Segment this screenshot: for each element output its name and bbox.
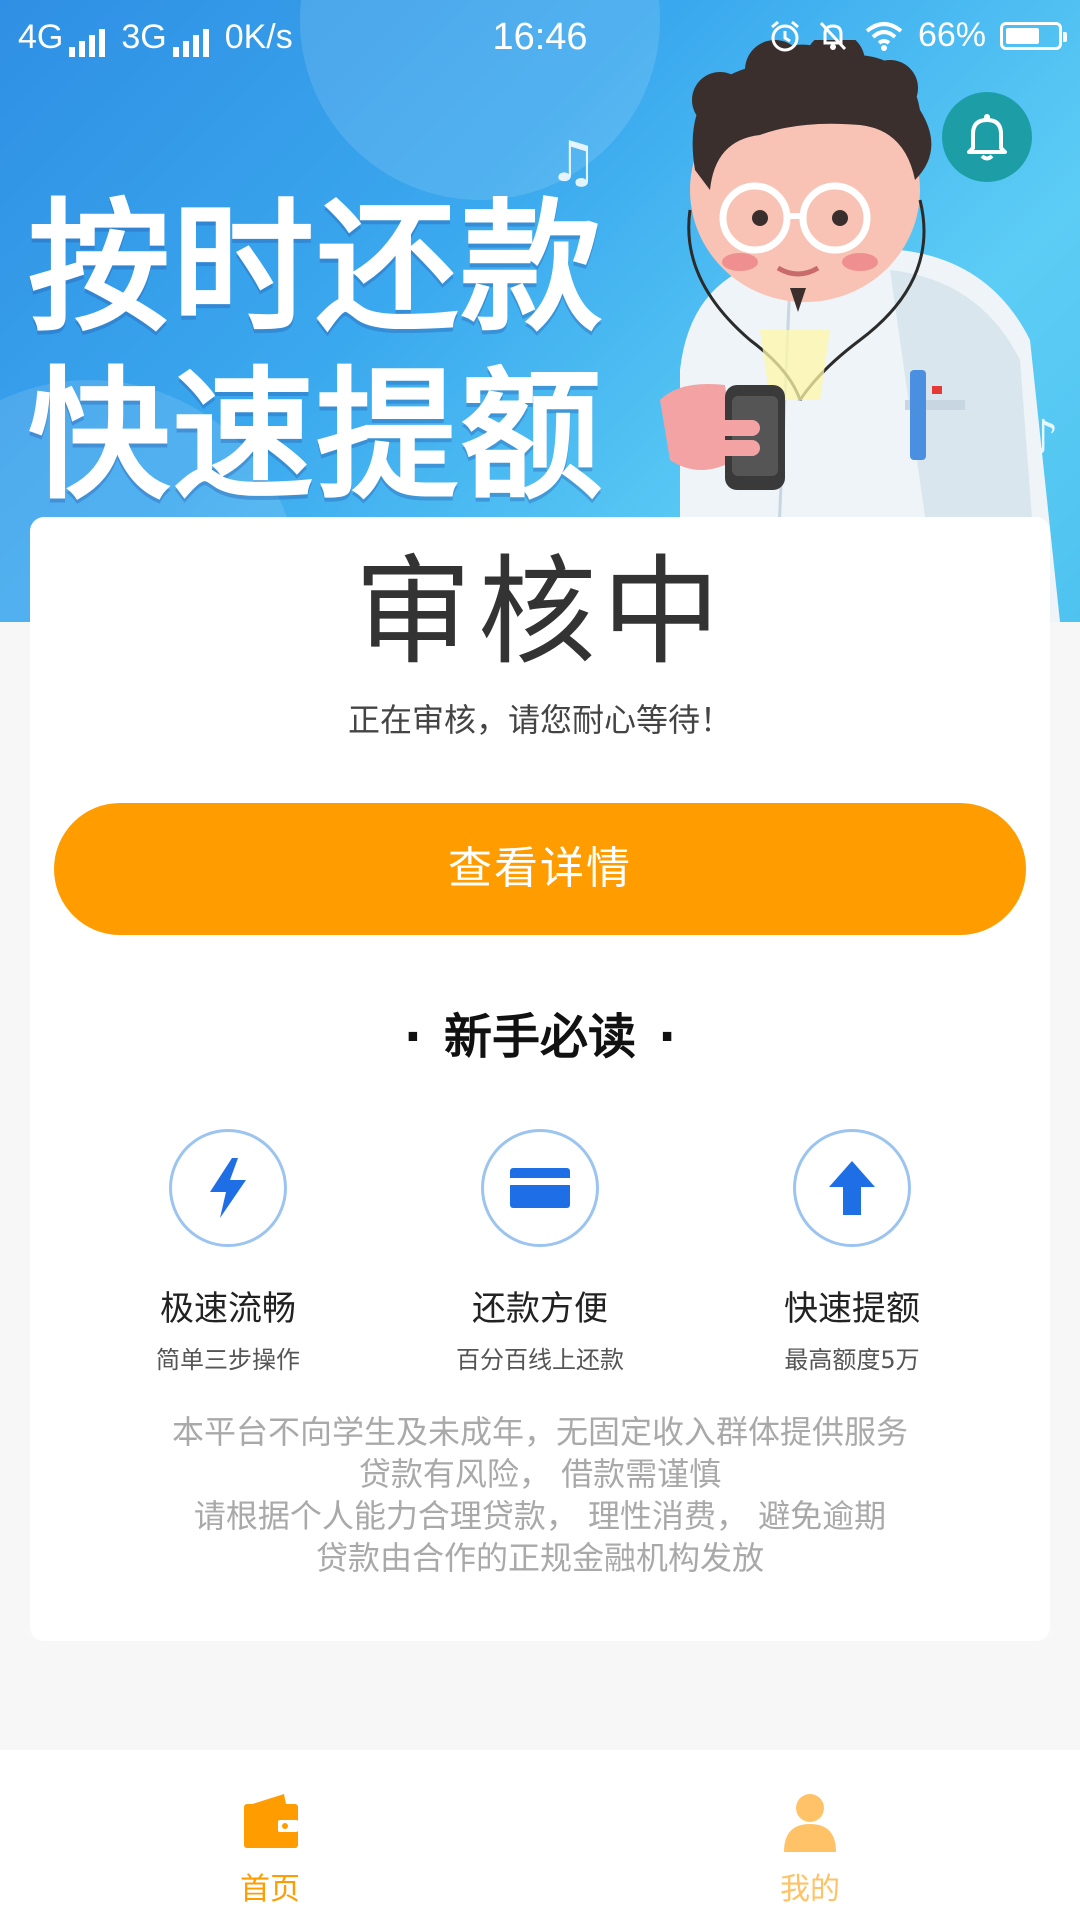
alarm-icon — [770, 20, 799, 51]
nav-label: 我的 — [780, 1872, 840, 1907]
feature-repay: 还款方便 百分百线上还款 — [380, 1129, 700, 1375]
feature-icon-circle — [793, 1129, 911, 1247]
risk-notice: 本平台不向学生及未成年，无固定收入群体提供服务 贷款有风险， 借款需谨慎 请根据… — [30, 1411, 1050, 1579]
feature-limit: 快速提额 最高额度5万 — [692, 1129, 1012, 1375]
notice-line: 贷款由合作的正规金融机构发放 — [315, 1539, 764, 1577]
view-details-button[interactable]: 查看详情 — [54, 803, 1026, 935]
feature-icon-circle — [481, 1129, 599, 1247]
bottom-navigation: 首页 我的 — [0, 1750, 1080, 1920]
wallet-icon — [244, 1794, 298, 1848]
status-bar-right: 66% — [768, 16, 1067, 55]
nav-tab-mine[interactable]: 我的 — [690, 1750, 930, 1920]
review-status-subtitle: 正在审核，请您耐心等待！ — [347, 701, 732, 739]
banner-slogan: 按时还款 快速提额 — [28, 185, 604, 521]
slogan-line-2: 快速提额 — [28, 354, 604, 519]
beginner-guide-label: 新手必读 — [443, 1009, 636, 1065]
feature-subtitle: 简单三步操作 — [156, 1346, 300, 1374]
review-status-card: 审核中 正在审核，请您耐心等待！ 查看详情 · 新手必读 · 极速流畅 简单三步操作… — [30, 517, 1050, 1641]
feature-subtitle: 百分百线上还款 — [456, 1346, 624, 1374]
mute-bell-icon — [819, 21, 847, 50]
feature-title: 还款方便 — [472, 1289, 608, 1329]
battery-percent: 66% — [917, 16, 986, 54]
review-status-title: 审核中 — [353, 543, 726, 681]
slogan-line-1: 按时还款 — [28, 186, 604, 351]
bell-icon — [967, 114, 1007, 161]
feature-title: 快速提额 — [784, 1289, 920, 1329]
lightning-icon — [210, 1158, 246, 1218]
feature-title: 极速流畅 — [160, 1289, 296, 1329]
user-icon — [784, 1794, 836, 1852]
notice-line: 贷款有风险， 借款需谨慎 — [358, 1455, 722, 1493]
feature-fast: 极速流畅 简单三步操作 — [68, 1129, 388, 1375]
notice-line: 请根据个人能力合理贷款， 理性消费， 避免逾期 — [193, 1497, 887, 1535]
status-bar: 4G 3G 0K/s 16:46 66% — [0, 0, 1080, 76]
battery-icon — [1000, 21, 1067, 50]
nav-label: 首页 — [240, 1872, 300, 1907]
nav-tab-home[interactable]: 首页 — [150, 1750, 390, 1920]
title-dot-right: · — [658, 1009, 677, 1065]
notification-bell-button[interactable] — [942, 92, 1032, 182]
feature-icon-circle — [169, 1129, 287, 1247]
card-icon — [510, 1168, 570, 1208]
feature-subtitle: 最高额度5万 — [784, 1346, 920, 1374]
notice-line: 本平台不向学生及未成年，无固定收入群体提供服务 — [171, 1413, 908, 1451]
wifi-icon — [865, 21, 903, 51]
title-dot-left: · — [403, 1009, 422, 1065]
screen: 按时还款 快速提额 ♫ ♪ 4G 3G 0K/s 16:46 66% 审核中 正… — [0, 0, 1080, 1920]
arrow-up-icon — [829, 1161, 875, 1215]
beginner-guide-title: · 新手必读 · — [30, 997, 1050, 1067]
